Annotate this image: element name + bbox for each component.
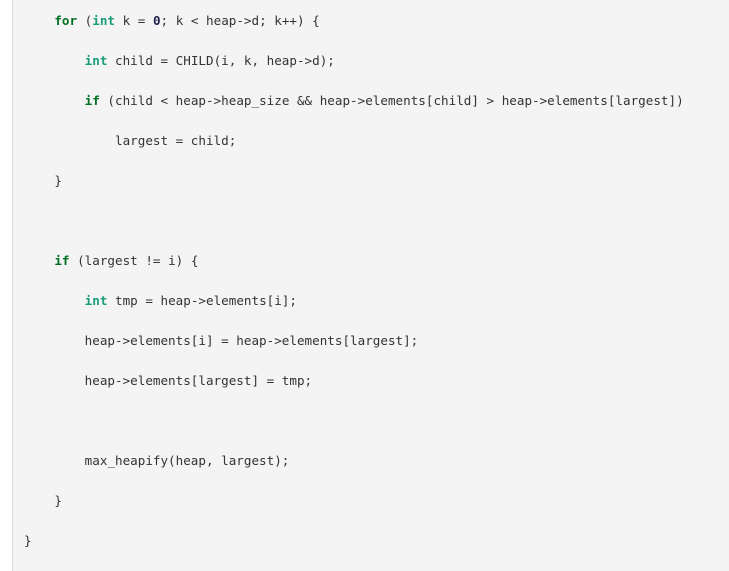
code-line: }: [24, 171, 729, 191]
code-block[interactable]: for (int k = 0; k < heap->d; k++) { int …: [12, 0, 729, 571]
code-token-kw: if: [54, 253, 70, 268]
code-token-num: 0: [152, 13, 161, 28]
code-token-plain: max_heapify(heap, largest);: [24, 453, 290, 468]
code-token-kw: for: [54, 13, 78, 28]
code-line: int child = CHILD(i, k, heap->d);: [24, 51, 729, 71]
code-line: }: [24, 491, 729, 511]
code-line: for (int k = 0; k < heap->d; k++) {: [24, 11, 729, 31]
code-content[interactable]: for (int k = 0; k < heap->d; k++) { int …: [13, 0, 729, 571]
code-token-plain: heap->elements[i] = heap->elements[large…: [24, 333, 419, 348]
code-line: heap->elements[i] = heap->elements[large…: [24, 331, 729, 351]
code-token-plain: child = CHILD(i, k, heap->d);: [107, 53, 335, 68]
code-token-plain: }: [24, 493, 62, 508]
code-token-plain: ; k < heap->d; k++) {: [160, 13, 320, 28]
code-token-type: int: [84, 53, 108, 68]
code-line: if (largest != i) {: [24, 251, 729, 271]
code-token-plain: largest = child;: [24, 133, 237, 148]
code-line: heap->elements[largest] = tmp;: [24, 371, 729, 391]
code-token-plain: (largest != i) {: [69, 253, 199, 268]
code-token-plain: }: [24, 533, 32, 548]
code-token-plain: tmp = heap->elements[i];: [107, 293, 297, 308]
code-line: largest = child;: [24, 131, 729, 151]
code-line: }: [24, 531, 729, 551]
code-line: if (child < heap->heap_size && heap->ele…: [24, 91, 729, 111]
code-token-plain: (: [77, 13, 93, 28]
page-root: for (int k = 0; k < heap->d; k++) { int …: [0, 0, 729, 571]
code-line: max_heapify(heap, largest);: [24, 451, 729, 471]
code-token-kw: if: [84, 93, 100, 108]
code-token-plain: heap->elements[largest] = tmp;: [24, 373, 313, 388]
code-token-plain: }: [24, 173, 62, 188]
code-token-plain: k =: [115, 13, 153, 28]
code-line: int tmp = heap->elements[i];: [24, 291, 729, 311]
code-token-type: int: [84, 293, 108, 308]
code-token-plain: (child < heap->heap_size && heap->elemen…: [99, 93, 684, 108]
code-token-type: int: [92, 13, 116, 28]
